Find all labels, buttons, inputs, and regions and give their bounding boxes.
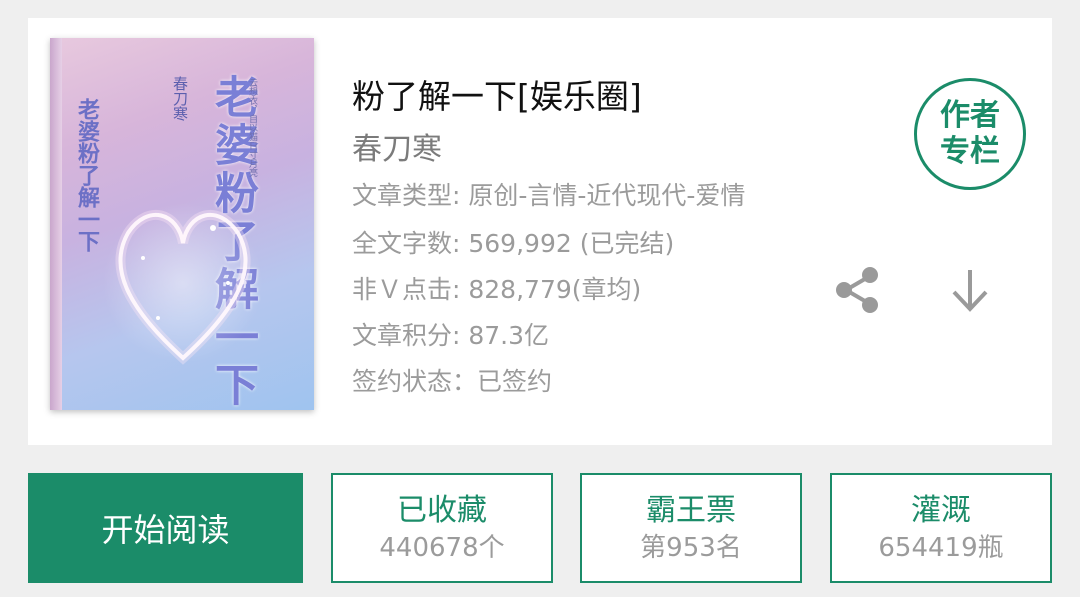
water-button[interactable]: 灌溉 654419瓶 [830,473,1052,583]
ticket-button[interactable]: 霸王票 第953名 [580,473,802,583]
meta-clicks: 非Ｖ点击: 828,779(章均) [352,275,642,304]
meta-score: 文章积分: 87.3亿 [352,321,550,350]
cover-note: 云想衣，自以猫日寸月亮 [247,78,257,177]
collect-count: 440678个 [379,533,505,563]
cover-spine [50,38,62,410]
share-button[interactable] [828,260,888,320]
water-count: 654419瓶 [878,533,1004,563]
download-arrow-icon [952,270,988,312]
share-icon [836,267,878,313]
meta-sign-status: 签约状态：已签约 [352,367,553,396]
book-author[interactable]: 春刀寒 [352,124,442,168]
ticket-label: 霸王票 [646,493,736,528]
meta-words: 全文字数: 569,992 (已完结) [352,229,675,258]
book-title[interactable]: 粉了解一下[娱乐圈] [352,70,642,118]
download-button[interactable] [940,260,1000,320]
ticket-rank: 第953名 [640,533,742,563]
author-column-badge[interactable]: 作者 专栏 [914,78,1026,190]
collect-label: 已收藏 [397,493,487,528]
meta-type: 文章类型: 原创-言情-近代现代-爱情 [352,181,746,210]
book-info-card: 老婆粉了解一下 春刀寒 老婆粉了解一下 云想衣，自以猫日寸月亮 粉了解一下[娱乐… [28,18,1052,445]
badge-line-2: 专栏 [940,134,1000,169]
book-cover[interactable]: 老婆粉了解一下 春刀寒 老婆粉了解一下 云想衣，自以猫日寸月亮 [50,38,314,410]
water-label: 灌溉 [911,493,971,528]
cover-author: 春刀寒 [171,76,189,121]
start-reading-button[interactable]: 开始阅读 [28,473,303,583]
start-reading-label: 开始阅读 [101,511,230,549]
heart-sparkler-icon [103,203,263,365]
collect-button[interactable]: 已收藏 440678个 [331,473,553,583]
badge-line-1: 作者 [940,98,1000,133]
